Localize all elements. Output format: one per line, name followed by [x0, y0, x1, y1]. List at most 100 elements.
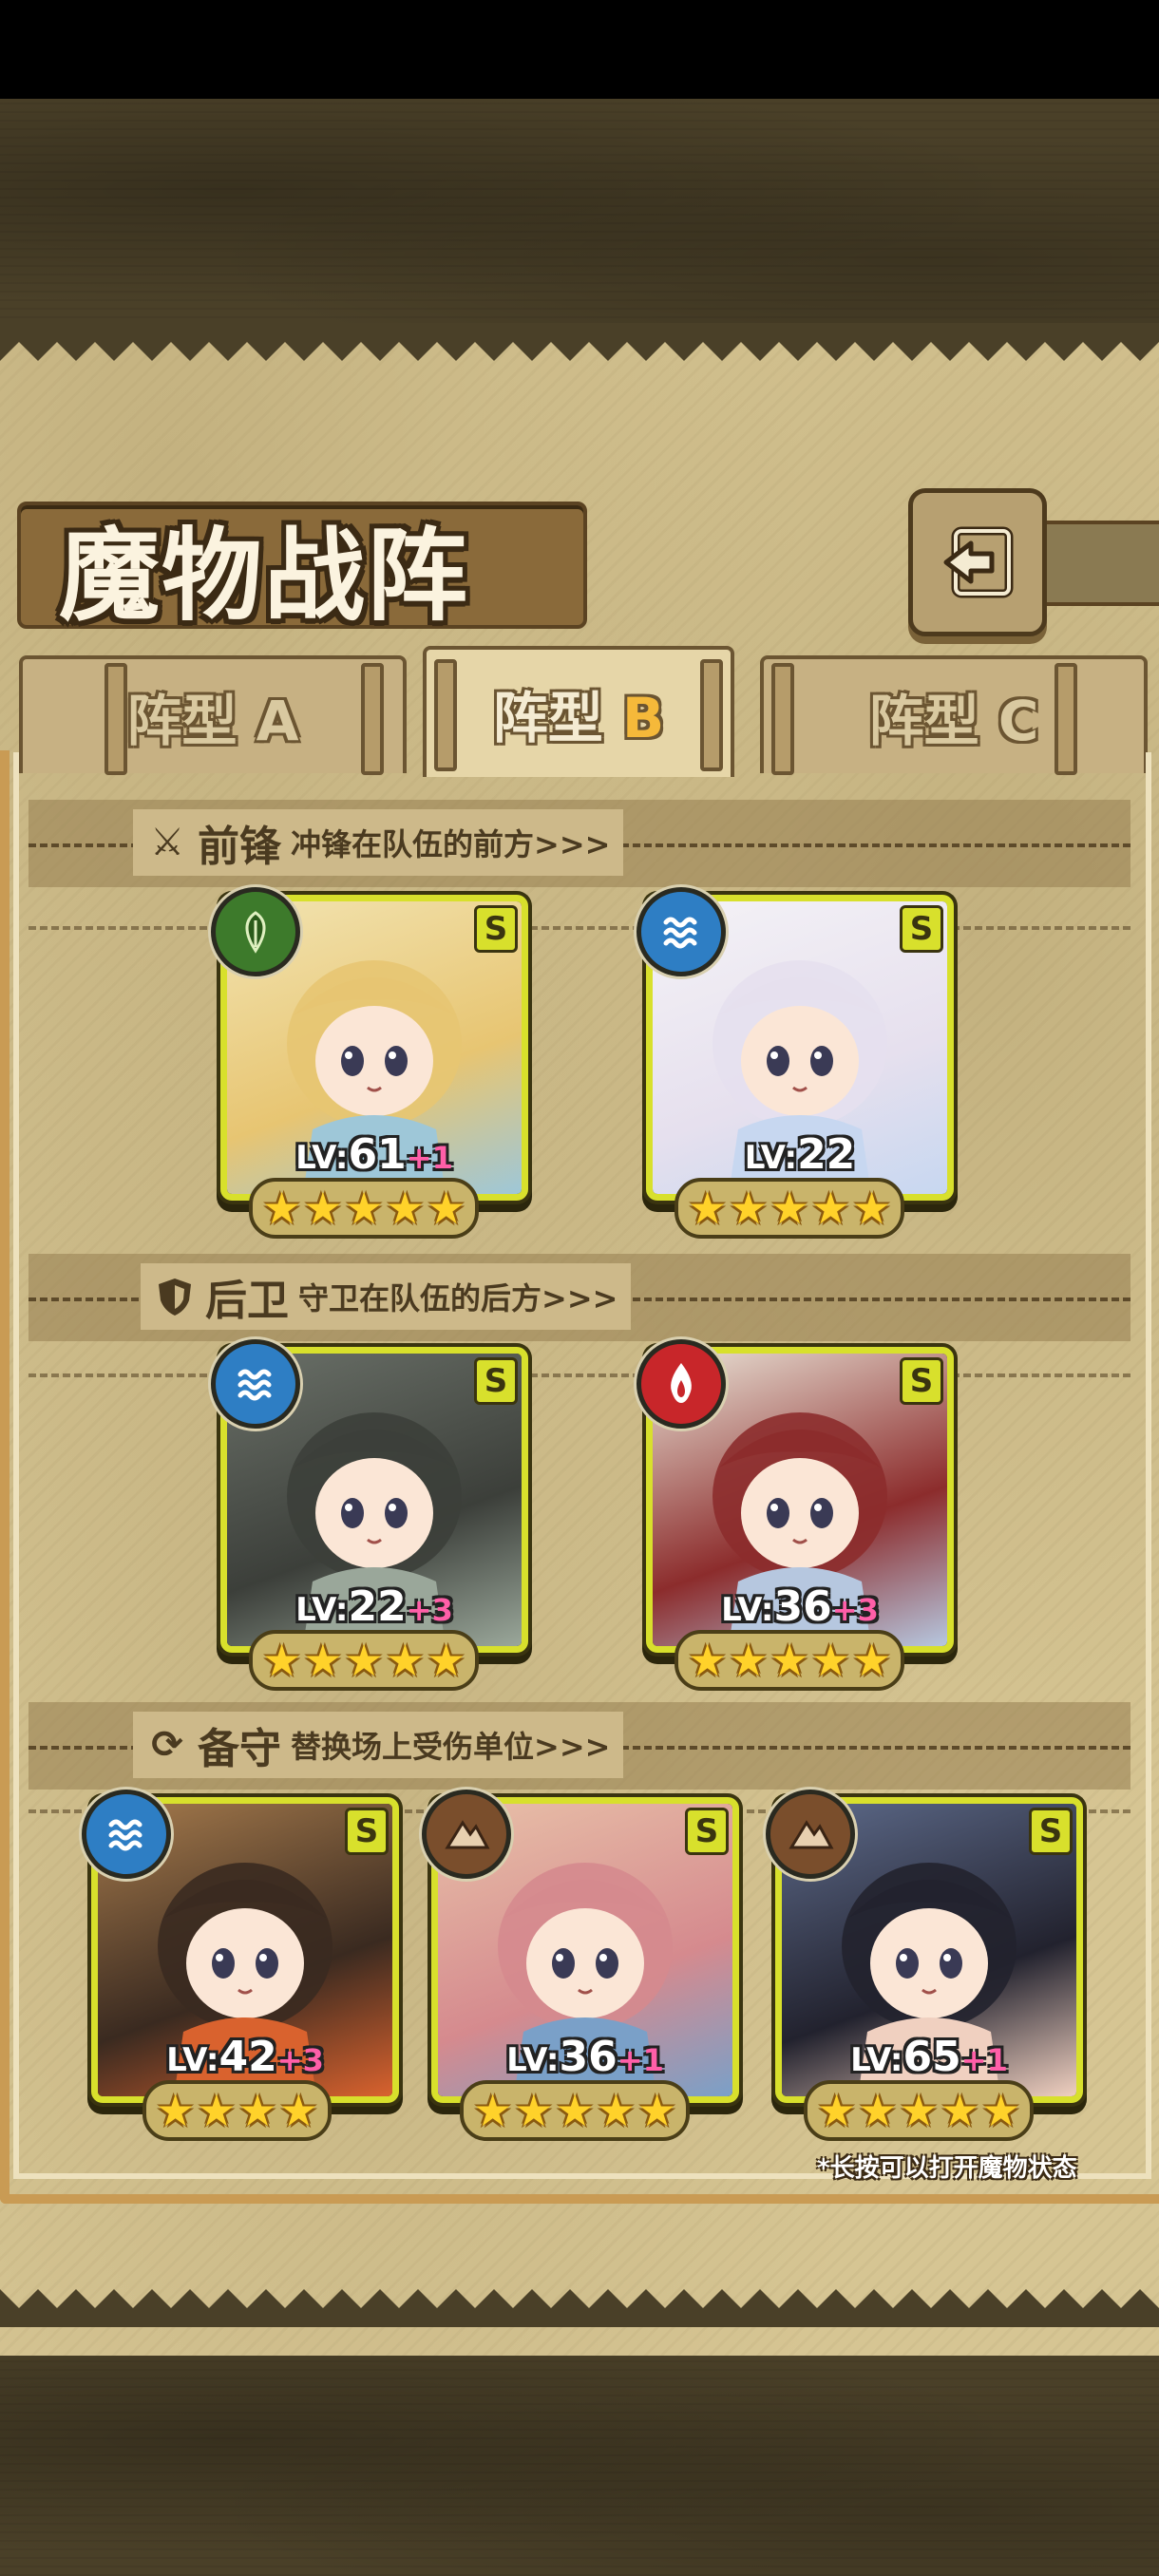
sword-icon: ⚔: [150, 821, 184, 864]
section-title: 后卫: [205, 1277, 289, 1325]
leaf-element-icon: [211, 887, 300, 976]
back-button[interactable]: [908, 488, 1047, 636]
rank-badge: S: [1029, 1808, 1073, 1855]
star-icon: ★: [899, 2085, 939, 2136]
rank-badge: S: [900, 905, 943, 953]
map-background-top: [0, 99, 1159, 327]
level-label: LV:22: [653, 1130, 947, 1179]
level-label: LV:61+1: [227, 1130, 522, 1179]
map-background-bottom: [0, 2346, 1159, 2576]
monster-card-reserve-2[interactable]: S LV:36+1 ★ ★ ★ ★ ★: [422, 1790, 739, 2158]
section-header-reserve: ⟳ 备守 替换场上受伤单位>>>: [133, 1712, 624, 1778]
star-icon: ★: [858, 2085, 898, 2136]
rank-badge: S: [345, 1808, 389, 1855]
star-icon: ★: [852, 1635, 892, 1686]
star-icon: ★: [385, 1183, 425, 1234]
star-icon: ★: [344, 1183, 384, 1234]
star-icon: ★: [555, 2085, 595, 2136]
star-icon: ★: [596, 2085, 636, 2136]
star-icon: ★: [729, 1183, 769, 1234]
level-bonus: +1: [617, 2042, 664, 2078]
tab-label: 阵型 C: [868, 689, 1039, 753]
level-bonus: +3: [276, 2042, 324, 2078]
level-value: 22: [797, 1130, 856, 1179]
star-rating: ★ ★ ★ ★ ★: [674, 1178, 905, 1239]
level-prefix: LV:: [744, 1139, 798, 1177]
star-icon: ★: [637, 2085, 677, 2136]
monster-card-front-2[interactable]: S LV:22 ★ ★ ★ ★ ★: [636, 887, 954, 1256]
earth-element-icon: [422, 1790, 511, 1879]
earth-element-icon: [766, 1790, 855, 1879]
monster-card-reserve-1[interactable]: S LV:42+3 ★ ★ ★ ★: [82, 1790, 399, 2158]
tab-label: 阵型 A: [126, 689, 299, 753]
star-rating: ★ ★ ★ ★ ★: [249, 1630, 480, 1691]
section-title: 备守: [198, 1725, 281, 1773]
level-value: 22: [348, 1582, 407, 1631]
long-press-hint: *长按可以打开魔物状态: [817, 2154, 1077, 2183]
level-value: 36: [773, 1582, 832, 1631]
star-icon: ★: [770, 1183, 809, 1234]
row-divider: [28, 1373, 1130, 1377]
section-subtitle: 守卫在队伍的后方>>>: [298, 1280, 618, 1316]
star-icon: ★: [817, 2085, 857, 2136]
level-value: 61: [348, 1130, 407, 1179]
level-prefix: LV:: [506, 2041, 560, 2079]
star-rating: ★ ★ ★ ★ ★: [249, 1178, 480, 1239]
status-bar-area: [0, 0, 1159, 99]
star-icon: ★: [770, 1635, 809, 1686]
star-icon: ★: [303, 1183, 343, 1234]
rank-badge: S: [900, 1357, 943, 1405]
star-icon: ★: [729, 1635, 769, 1686]
section-subtitle: 替换场上受伤单位>>>: [291, 1729, 611, 1765]
level-prefix: LV:: [850, 2041, 903, 2079]
star-icon: ★: [303, 1635, 343, 1686]
monster-card-rear-2[interactable]: S LV:36+3 ★ ★ ★ ★ ★: [636, 1339, 954, 1708]
level-bonus: +1: [960, 2042, 1008, 2078]
parchment-bottom-edge: [0, 2289, 1159, 2327]
star-icon: ★: [427, 1635, 466, 1686]
star-rating: ★ ★ ★ ★ ★: [674, 1630, 905, 1691]
level-bonus: +3: [831, 1592, 879, 1628]
monster-card-front-1[interactable]: S LV:61+1 ★ ★ ★ ★ ★: [211, 887, 528, 1256]
star-icon: ★: [473, 2085, 513, 2136]
star-icon: ★: [940, 2085, 979, 2136]
section-subtitle: 冲锋在队伍的前方>>>: [291, 826, 611, 862]
star-icon: ★: [344, 1635, 384, 1686]
level-prefix: LV:: [295, 1139, 349, 1177]
star-icon: ★: [981, 2085, 1021, 2136]
section-title: 前锋: [198, 823, 281, 871]
star-icon: ★: [427, 1183, 466, 1234]
level-value: 65: [902, 2033, 961, 2081]
monster-card-rear-1[interactable]: S LV:22+3 ★ ★ ★ ★ ★: [211, 1339, 528, 1708]
back-arrow-icon: [943, 526, 1014, 598]
rank-badge: S: [474, 905, 518, 953]
level-prefix: LV:: [166, 2041, 219, 2079]
star-rating: ★ ★ ★ ★ ★: [460, 2080, 691, 2141]
level-label: LV:36+3: [653, 1582, 947, 1631]
level-bonus: +3: [406, 1592, 453, 1628]
water-element-icon: [82, 1790, 171, 1879]
section-header-rear: 后卫 守卫在队伍的后方>>>: [141, 1263, 632, 1330]
level-prefix: LV:: [721, 1591, 774, 1629]
star-icon: ★: [688, 1635, 728, 1686]
tab-label: 阵型 B: [492, 686, 665, 750]
star-icon: ★: [238, 2085, 277, 2136]
star-rating: ★ ★ ★ ★: [142, 2080, 332, 2141]
level-label: LV:36+1: [438, 2033, 732, 2081]
page-title: 魔物战阵: [59, 518, 469, 635]
star-icon: ★: [810, 1183, 850, 1234]
row-divider: [28, 926, 1130, 930]
level-value: 42: [218, 2033, 277, 2081]
rank-badge: S: [474, 1357, 518, 1405]
level-label: LV:42+3: [98, 2033, 392, 2081]
star-icon: ★: [262, 1635, 302, 1686]
parchment-top-edge: [0, 323, 1159, 361]
water-element-icon: [211, 1339, 300, 1429]
level-label: LV:22+3: [227, 1582, 522, 1631]
level-value: 36: [559, 2033, 618, 2081]
star-rating: ★ ★ ★ ★ ★: [804, 2080, 1035, 2141]
star-icon: ★: [810, 1635, 850, 1686]
star-icon: ★: [278, 2085, 318, 2136]
star-icon: ★: [262, 1183, 302, 1234]
monster-card-reserve-3[interactable]: S LV:65+1 ★ ★ ★ ★ ★: [766, 1790, 1083, 2158]
